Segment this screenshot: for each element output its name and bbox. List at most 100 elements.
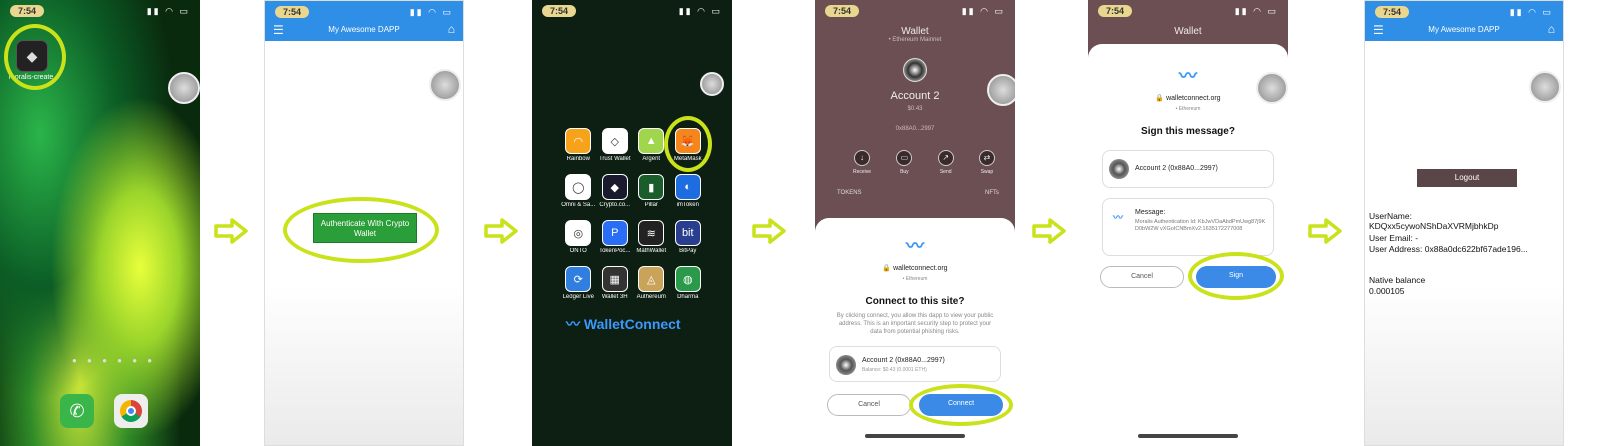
wallet-label: Crypto.co... xyxy=(599,202,631,208)
phone-sign-dialog: 7:54 ▮▮ ◠ ▭ Wallet 〰 🔒 walletconnect.org… xyxy=(1088,0,1288,446)
wallet-label: TokenPoc... xyxy=(599,248,631,254)
wallet-option[interactable]: ◍ Dharma xyxy=(670,266,707,300)
wallet-logo-icon: bit xyxy=(674,220,701,246)
home-indicator xyxy=(1138,434,1238,438)
cancel-button[interactable]: Cancel xyxy=(1100,266,1184,288)
phone-app-icon[interactable]: ✆ xyxy=(60,394,94,428)
wallet-option[interactable]: ◆ Crypto.co... xyxy=(597,174,634,208)
wallet-option[interactable]: ⟳ Ledger Live xyxy=(560,266,597,300)
walletconnect-brand: WalletConnect xyxy=(583,316,681,332)
wallet-actions: ↓ Receive ▭ Buy ↗ Send ⇄ Swap xyxy=(853,150,995,175)
wallet-option[interactable]: P TokenPoc... xyxy=(597,220,634,254)
account-name: Account 2 xyxy=(890,90,940,102)
message-box: 〰 Message: Moralis Authentication Id: Kb… xyxy=(1102,198,1274,256)
wallet-label: ONTO xyxy=(569,248,587,254)
wallet-label: imToken xyxy=(676,202,699,208)
status-icons: ▮▮ ◠ ▭ xyxy=(409,7,453,17)
logout-button[interactable]: Logout xyxy=(1417,169,1517,187)
assistive-touch-icon[interactable] xyxy=(1529,71,1561,103)
highlight-circle xyxy=(909,384,1013,426)
wallet-label: Ledger Live xyxy=(562,294,594,300)
wallet-logo-icon: ◬ xyxy=(638,266,665,292)
wallet-option[interactable]: ▮ Pillar xyxy=(633,174,670,208)
swap-action[interactable]: ⇄ Swap xyxy=(978,150,995,175)
wallet-logo-icon: ◐ xyxy=(674,174,701,200)
chrome-app-icon[interactable] xyxy=(114,394,148,428)
cancel-button[interactable]: Cancel xyxy=(827,394,911,416)
action-label: Buy xyxy=(900,169,909,175)
wallet-option[interactable]: ≋ MathWallet xyxy=(633,220,670,254)
avatar xyxy=(1109,159,1129,179)
assistive-touch-icon[interactable] xyxy=(168,72,200,104)
account-address: 0x88A0...2997 xyxy=(895,126,935,132)
background-fade xyxy=(265,285,463,445)
walletconnect-icon: 〰 xyxy=(906,236,924,256)
wallet-logo-icon: ▮ xyxy=(638,174,665,200)
assistive-touch-icon[interactable] xyxy=(1256,72,1288,104)
home-icon[interactable]: ⌂ xyxy=(448,22,455,36)
wallet-label: Wallet 3H xyxy=(601,294,628,300)
chain-label: • Ethereum xyxy=(902,276,928,282)
site-domain: 🔒 walletconnect.org xyxy=(882,265,948,272)
account-balance: $0.43 xyxy=(907,106,923,112)
buy-action[interactable]: ▭ Buy xyxy=(896,150,913,175)
receive-action[interactable]: ↓ Receive xyxy=(853,150,871,175)
wallet-logo-icon: ◇ xyxy=(601,128,628,154)
chain-label: • Ethereum xyxy=(1175,106,1201,112)
wallet-option[interactable]: ◠ Rainbow xyxy=(560,128,597,162)
wallet-logo-icon: ◯ xyxy=(565,174,592,200)
wallet-logo-icon: ◠ xyxy=(565,128,592,154)
status-time: 7:54 xyxy=(1375,6,1410,18)
status-icons: ▮▮ ◠ ▭ xyxy=(678,6,722,16)
account-card[interactable]: Account 2 (0x88A0...2997) Balance: $0.43… xyxy=(829,346,1001,382)
wallet-option[interactable]: ◯ Omni & Sa... xyxy=(560,174,597,208)
dock: ✆ xyxy=(60,394,148,428)
wallet-logo-icon: ◆ xyxy=(601,174,628,200)
wallet-label: Trust Wallet xyxy=(598,156,631,162)
tab-nfts[interactable]: NFTs xyxy=(985,190,999,196)
highlight-circle xyxy=(1188,252,1284,300)
assistive-touch-icon[interactable] xyxy=(429,69,461,101)
status-time: 7:54 xyxy=(275,6,310,18)
assistive-touch-icon[interactable] xyxy=(700,72,724,96)
wallet-logo-icon: ⟳ xyxy=(565,266,592,292)
account-card[interactable]: Account 2 (0x88A0...2997) xyxy=(1102,150,1274,188)
wallet-option[interactable]: bit BitPay xyxy=(670,220,707,254)
app-bar: 7:54 ▮▮ ◠ ▭ ☰ My Awesome DAPP ⌂ xyxy=(265,1,463,41)
phone-home-screen: 7:54 ▮▮ ◠ ▭ ◆ moralis-create... ● ● ● ● … xyxy=(0,0,200,446)
highlight-circle xyxy=(664,116,712,172)
wallet-logo-icon: ◎ xyxy=(565,220,592,246)
buy-icon: ▭ xyxy=(896,150,913,166)
status-icons: ▮▮ ◠ ▭ xyxy=(1234,6,1278,16)
wallet-label: Pillar xyxy=(644,202,658,208)
status-icons: ▮▮ ◠ ▭ xyxy=(146,6,190,16)
assistive-touch-icon[interactable] xyxy=(987,74,1015,106)
wallet-option[interactable]: ◇ Trust Wallet xyxy=(597,128,634,162)
walletconnect-icon: 〰 xyxy=(566,316,584,332)
send-action[interactable]: ↗ Send xyxy=(937,150,954,175)
phone-dapp-login: 7:54 ▮▮ ◠ ▭ ☰ My Awesome DAPP ⌂ Authenti… xyxy=(264,0,464,446)
app-title: My Awesome DAPP xyxy=(1428,25,1500,34)
wallet-option[interactable]: ◎ ONTO xyxy=(560,220,597,254)
wallet-title: Wallet xyxy=(901,26,929,37)
status-time: 7:54 xyxy=(542,5,577,17)
status-bar: 7:54 ▮▮ ◠ ▭ xyxy=(532,0,732,22)
wallet-label: Dharma xyxy=(677,294,699,300)
wallet-option[interactable]: ◐ imToken xyxy=(670,174,707,208)
tab-tokens[interactable]: TOKENS xyxy=(837,190,862,196)
wallet-option[interactable]: ◬ Authereum xyxy=(633,266,670,300)
app-bar: 7:54 ▮▮ ◠ ▭ ☰ My Awesome DAPP ⌂ xyxy=(1365,1,1563,41)
highlight-circle xyxy=(283,197,439,263)
account-label: Account 2 (0x88A0...2997) xyxy=(862,357,945,364)
connect-description: By clicking connect, you allow this dapp… xyxy=(836,313,994,335)
highlight-circle xyxy=(4,24,66,90)
arrow-right-icon xyxy=(214,218,248,244)
wallet-label: MathWallet xyxy=(636,248,667,254)
address-text: User Address: 0x88a0dc622bf67ade196... xyxy=(1369,244,1528,254)
arrow-right-icon xyxy=(484,218,518,244)
wallet-option[interactable]: ▦ Wallet 3H xyxy=(597,266,634,300)
send-icon: ↗ xyxy=(937,150,954,166)
status-time: 7:54 xyxy=(825,5,860,17)
home-icon[interactable]: ⌂ xyxy=(1548,22,1555,36)
status-time: 7:54 xyxy=(10,5,45,17)
